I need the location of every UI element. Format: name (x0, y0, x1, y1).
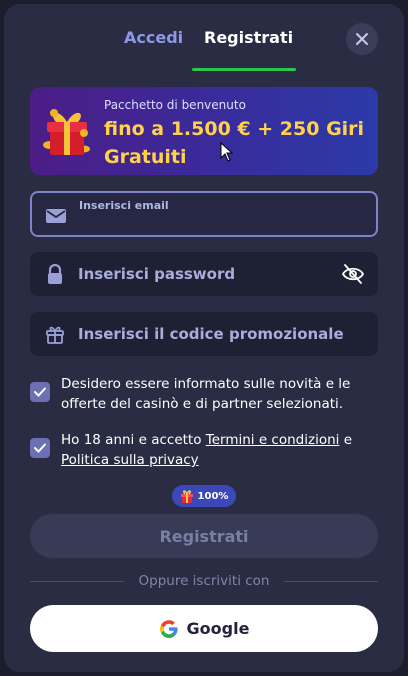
google-logo-icon (159, 619, 178, 638)
promo-code-field[interactable]: Inserisci il codice promozionale (30, 312, 378, 356)
password-field[interactable]: Inserisci password (30, 252, 378, 296)
newsletter-checkbox[interactable] (30, 382, 50, 402)
register-button[interactable]: Registrati (30, 514, 378, 558)
bonus-badge-label: 100% (197, 490, 229, 502)
google-signin-button[interactable]: Google (30, 605, 378, 652)
age-terms-checkbox[interactable] (30, 438, 50, 458)
age-text-mid: e (339, 432, 353, 448)
checkmark-icon (34, 387, 46, 397)
envelope-icon (46, 209, 66, 223)
gift-icon (180, 490, 193, 503)
tab-register[interactable]: Registrati (204, 28, 293, 47)
terms-link[interactable]: Termini e condizioni (206, 432, 340, 448)
password-placeholder: Inserisci password (78, 265, 236, 283)
mouse-cursor-icon (220, 142, 234, 162)
promo-code-placeholder: Inserisci il codice promozionale (78, 325, 344, 343)
registration-modal: Accedi Registrati Pacchetto di benvenuto… (4, 4, 404, 672)
divider-line-right (284, 581, 378, 582)
active-tab-indicator (192, 68, 296, 71)
checkmark-icon (34, 443, 46, 453)
welcome-banner: Pacchetto di benvenuto fino a 1.500 € + … (30, 87, 378, 175)
gift-icon (46, 326, 64, 344)
banner-title: fino a 1.500 € + 250 Giri Gratuiti (104, 118, 365, 168)
email-field-label: Inserisci email (79, 199, 169, 212)
age-text-prefix: Ho 18 anni e accetto (61, 432, 206, 448)
newsletter-consent-text: Desidero essere informato sulle novità e… (61, 376, 351, 412)
auth-tabs: Accedi Registrati (4, 4, 404, 76)
bonus-badge: 100% (172, 485, 236, 507)
tab-login[interactable]: Accedi (124, 28, 183, 47)
age-terms-text: Ho 18 anni e accetto Termini e condizion… (61, 430, 377, 470)
close-icon (356, 33, 368, 45)
banner-subtitle: Pacchetto di benvenuto (104, 98, 246, 112)
email-field[interactable]: Inserisci email (30, 191, 378, 237)
close-button[interactable] (346, 23, 378, 55)
gift-box-icon (43, 109, 90, 155)
lock-icon (48, 264, 62, 284)
eye-off-icon[interactable] (341, 263, 365, 285)
privacy-link[interactable]: Politica sulla privacy (61, 452, 199, 468)
google-button-label: Google (186, 619, 250, 638)
